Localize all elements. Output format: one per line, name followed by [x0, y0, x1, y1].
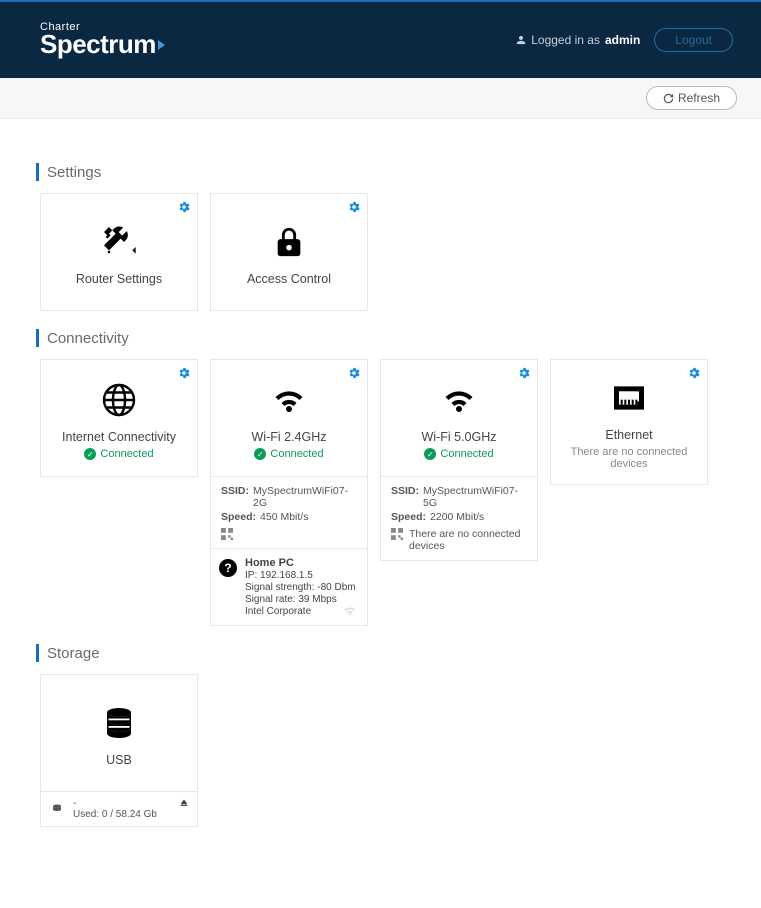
section-header-settings: Settings: [36, 163, 721, 181]
lock-icon: [272, 222, 306, 262]
card-usb[interactable]: USB: [40, 674, 198, 792]
ethernet-icon: [609, 378, 649, 418]
card-wifi-5[interactable]: Wi-Fi 5.0GHz ✓ Connected: [380, 359, 538, 477]
eject-icon[interactable]: [179, 798, 189, 808]
qr-icon[interactable]: [391, 528, 403, 540]
refresh-button[interactable]: Refresh: [646, 86, 737, 110]
signal-strength-icon: [343, 605, 357, 617]
card-router-settings[interactable]: Router Settings: [40, 193, 198, 311]
status-connected: ✓ Connected: [254, 448, 323, 460]
status-connected: ✓ Connected: [424, 448, 493, 460]
refresh-icon: [663, 93, 674, 104]
qr-icon[interactable]: [221, 528, 233, 540]
logo: Charter Spectrum: [40, 23, 165, 56]
user-icon: [516, 35, 526, 45]
tools-icon: [99, 222, 139, 262]
wifi-icon: [270, 380, 308, 420]
logged-in-text: Logged in as admin: [516, 33, 640, 47]
question-icon: ?: [219, 559, 237, 577]
wifi24-device[interactable]: ? Home PC IP: 192.168.1.5 Signal strengt…: [210, 549, 368, 626]
usb-info: - Used: 0 / 58.24 Gb: [40, 792, 198, 827]
logo-arrow-icon: [158, 40, 165, 50]
card-wifi-24[interactable]: Wi-Fi 2.4GHz ✓ Connected: [210, 359, 368, 477]
status-connected: ✓ Connected: [84, 448, 153, 460]
topbar-right: Logged in as admin Logout: [516, 28, 733, 52]
database-icon: [101, 703, 137, 743]
main-content: Settings Router Settings Access Control …: [0, 119, 761, 867]
wifi-icon: [440, 380, 478, 420]
card-internet[interactable]: Internet Connectivity ✓ Connected: [40, 359, 198, 477]
section-header-storage: Storage: [36, 644, 721, 662]
globe-icon: [101, 380, 137, 420]
card-access-control[interactable]: Access Control: [210, 193, 368, 311]
gear-icon[interactable]: [687, 366, 701, 380]
check-icon: ✓: [424, 448, 436, 460]
check-icon: ✓: [84, 448, 96, 460]
gear-icon[interactable]: [347, 200, 361, 214]
top-bar: Charter Spectrum Logged in as admin Logo…: [0, 0, 761, 78]
gear-icon[interactable]: [177, 200, 191, 214]
wifi5-info: SSID:MySpectrumWiFi07-5G Speed:2200 Mbit…: [380, 477, 538, 561]
card-ethernet[interactable]: Ethernet There are no connected devices: [550, 359, 708, 485]
check-icon: ✓: [254, 448, 266, 460]
logout-button[interactable]: Logout: [654, 28, 733, 52]
sub-bar: Refresh: [0, 78, 761, 119]
gear-icon[interactable]: [517, 366, 531, 380]
gear-icon[interactable]: [177, 366, 191, 380]
section-header-connectivity: Connectivity: [36, 329, 721, 347]
drive-icon: [51, 803, 63, 815]
gear-icon[interactable]: [347, 366, 361, 380]
wifi24-info: SSID:MySpectrumWiFi07-2G Speed:450 Mbit/…: [210, 477, 368, 549]
logo-main-text: Spectrum: [40, 33, 165, 56]
